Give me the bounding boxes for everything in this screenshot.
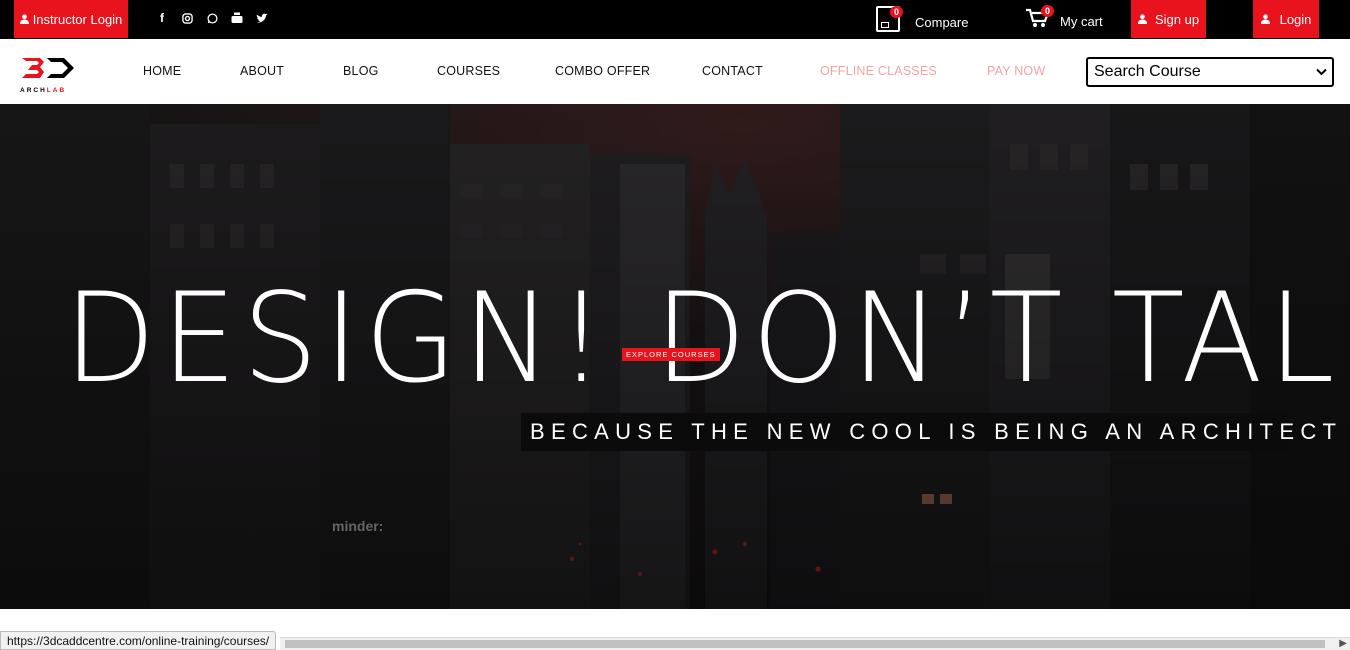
nav-home[interactable]: HOME [143,64,181,78]
overlay-text: minder: [332,518,384,534]
facebook-icon[interactable]: f [155,11,169,25]
compare-label: Compare [915,15,969,30]
social-links: f [155,11,269,25]
compare-icon: 0 [876,6,904,32]
nav-blog[interactable]: BLOG [343,64,379,78]
hero-headline: DESIGN! DON’T TALK [64,267,1350,411]
signup-button[interactable]: Sign up [1131,0,1206,38]
nav-combo-offer[interactable]: COMBO OFFER [555,64,650,78]
logo-mark [22,58,74,78]
cart-count-badge: 0 [1041,5,1055,17]
hero-banner: minder: DESIGN! DON’T TALK EXPLORE COURS… [0,104,1350,609]
main-navbar: ARCHLAB HOME ABOUT BLOG COURSES COMBO OF… [0,39,1350,104]
nav-offline-classes[interactable]: OFFLINE CLASSES [820,64,937,78]
compare-count-badge: 0 [890,6,904,18]
nav-about[interactable]: ABOUT [240,64,284,78]
chevron-down-icon [1316,68,1327,76]
twitter-icon[interactable] [255,11,269,25]
hero-subline: BECAUSE THE NEW COOL IS BEING AN ARCHITE… [521,413,1336,451]
signup-label: Sign up [1154,11,1200,27]
cart-link[interactable]: 0 My cart [1026,5,1103,30]
cart-icon: 0 [1026,5,1055,30]
login-button[interactable]: Login [1253,0,1319,38]
cart-label: My cart [1060,14,1103,29]
login-label: Login [1279,11,1312,27]
user-icon [1260,14,1270,24]
user-icon [1137,14,1147,24]
status-url: https://3dcaddcentre.com/online-training… [7,633,270,648]
scroll-right-arrow-icon[interactable]: ▶ [1339,638,1347,649]
site-logo[interactable]: ARCHLAB [20,55,76,94]
scrollbar-thumb[interactable] [285,640,1325,648]
horizontal-scrollbar[interactable]: ▶ [280,637,1350,650]
nav-contact[interactable]: CONTACT [702,64,763,78]
explore-courses-button[interactable]: EXPLORE COURSES [622,348,720,361]
top-bar: Instructor Login f 0 Compare 0 My cart S… [0,0,1350,39]
instructor-login-label: Instructor Login [32,11,123,27]
youtube-icon[interactable] [230,11,244,25]
nav-pay-now[interactable]: PAY NOW [987,64,1045,78]
instructor-login-button[interactable]: Instructor Login [14,0,128,38]
logo-subtext: ARCHLAB [20,87,67,94]
compare-link[interactable]: 0 Compare [876,6,968,32]
search-course-select[interactable]: Search Course [1086,57,1334,87]
nav-courses[interactable]: COURSES [437,64,500,78]
user-icon [19,14,29,24]
browser-status-bar: https://3dcaddcentre.com/online-training… [0,631,277,650]
whatsapp-icon[interactable] [205,11,219,25]
search-course-value: Search Course [1094,63,1201,80]
instagram-icon[interactable] [180,11,194,25]
